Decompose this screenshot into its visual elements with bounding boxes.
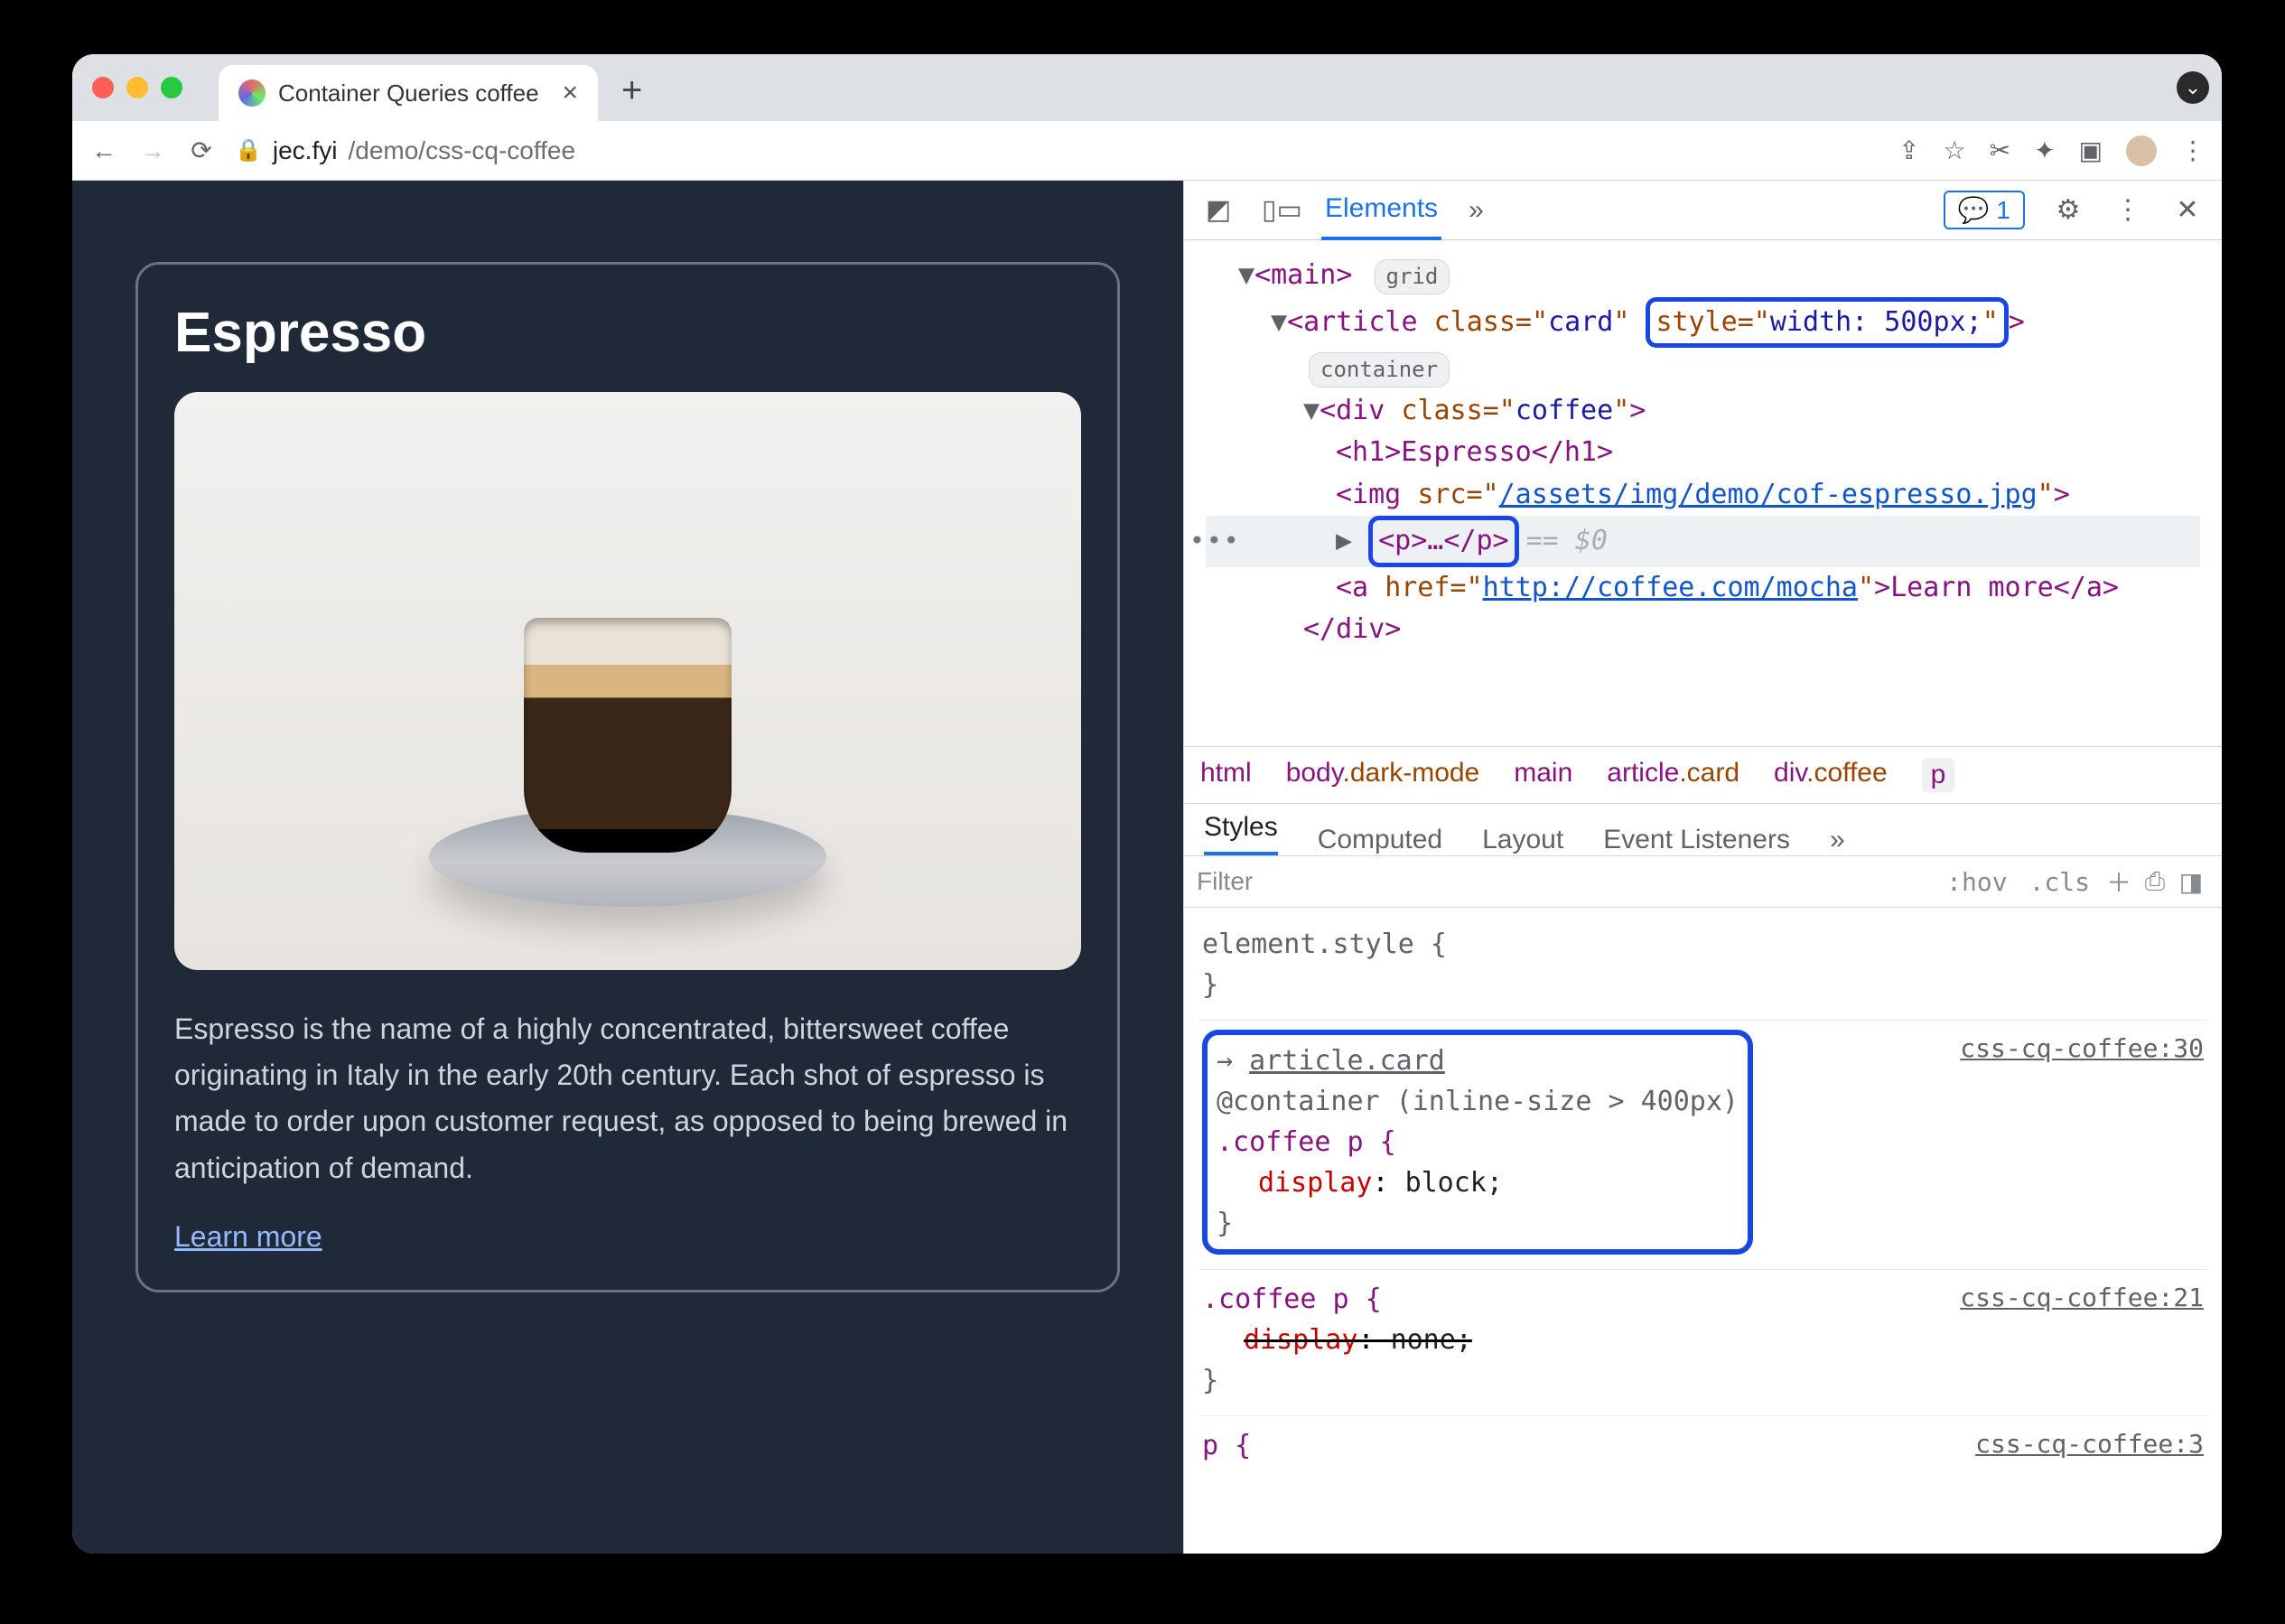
badge-grid[interactable]: grid bbox=[1375, 259, 1450, 294]
browser-window: Container Queries coffee × + ⌄ ← → ⟳ 🔒 j… bbox=[72, 54, 2222, 1554]
favicon-icon bbox=[238, 79, 266, 107]
crumb-div[interactable]: div.coffee bbox=[1774, 758, 1888, 792]
profile-avatar[interactable] bbox=[2126, 135, 2157, 166]
extensions-icon[interactable]: ✦ bbox=[2034, 135, 2055, 165]
forward-button: → bbox=[137, 136, 168, 165]
coffee-card: Espresso Espresso is the name of a highl… bbox=[135, 262, 1120, 1293]
minimize-window-icon[interactable] bbox=[126, 77, 148, 98]
tab-strip: Container Queries coffee × + ⌄ bbox=[72, 54, 2222, 121]
img-src-link[interactable]: /assets/img/demo/cof-espresso.jpg bbox=[1499, 479, 2038, 510]
rule-container-query[interactable]: css-cq-coffee:30 → article.card @contain… bbox=[1198, 1021, 2207, 1270]
styles-toolbar: Filter :hov .cls ＋ ⎙ ◨ bbox=[1184, 855, 2222, 908]
card-heading: Espresso bbox=[174, 301, 1081, 365]
dom-tree[interactable]: ▼<main> grid ▼<article class="card" styl… bbox=[1184, 240, 2222, 746]
styles-tabbar: Styles Computed Layout Event Listeners » bbox=[1184, 803, 2222, 855]
close-tab-icon[interactable]: × bbox=[562, 78, 578, 108]
node-h1[interactable]: <h1>Espresso</h1> bbox=[1336, 436, 1613, 468]
window-controls[interactable] bbox=[92, 77, 182, 98]
rule-element-style[interactable]: element.style { } bbox=[1198, 915, 2207, 1021]
maximize-window-icon[interactable] bbox=[161, 77, 182, 98]
tab-event-listeners[interactable]: Event Listeners bbox=[1603, 825, 1790, 855]
rule-source-link[interactable]: css-cq-coffee:3 bbox=[1975, 1425, 2204, 1463]
rule-coffee-p-overridden[interactable]: css-cq-coffee:21 .coffee p { display: no… bbox=[1198, 1270, 2207, 1416]
settings-icon[interactable]: ⚙ bbox=[2052, 194, 2084, 226]
devtools-tabbar: ◩ ▯▭ Elements » 💬 1 ⚙ ⋮ ✕ bbox=[1184, 181, 2222, 240]
issues-badge[interactable]: 💬 1 bbox=[1944, 191, 2025, 229]
node-main[interactable]: <main> bbox=[1254, 259, 1352, 291]
crumb-html[interactable]: html bbox=[1200, 758, 1252, 792]
new-rule-icon[interactable]: ＋ bbox=[2101, 863, 2137, 900]
browser-toolbar: ← → ⟳ 🔒 jec.fyi/demo/css-cq-coffee ⇪ ☆ ✂… bbox=[72, 121, 2222, 181]
new-tab-button[interactable]: + bbox=[621, 70, 642, 111]
bookmark-icon[interactable]: ☆ bbox=[1943, 135, 1965, 165]
page-viewport: Espresso Espresso is the name of a highl… bbox=[72, 181, 1183, 1554]
dom-breadcrumbs[interactable]: html body.dark-mode main article.card di… bbox=[1184, 746, 2222, 803]
tab-layout[interactable]: Layout bbox=[1482, 825, 1563, 855]
tab-overflow-icon[interactable]: ⌄ bbox=[2177, 71, 2209, 104]
url-host: jec.fyi bbox=[273, 136, 338, 165]
selected-node[interactable]: •••▶ <p>…</p>== $0 bbox=[1206, 516, 2200, 567]
highlight-style-attr: style="width: 500px;" bbox=[1646, 297, 2008, 349]
highlight-p-node: <p>…</p> bbox=[1368, 516, 1519, 567]
rule-source-link[interactable]: css-cq-coffee:30 bbox=[1960, 1030, 2204, 1068]
address-bar[interactable]: 🔒 jec.fyi/demo/css-cq-coffee bbox=[235, 136, 1880, 165]
crumb-article[interactable]: article.card bbox=[1607, 758, 1739, 792]
cls-toggle[interactable]: .cls bbox=[2019, 867, 2101, 897]
coffee-image bbox=[174, 392, 1081, 970]
style-rules[interactable]: element.style { } css-cq-coffee:30 → art… bbox=[1184, 908, 2222, 1554]
node-div-close: </div> bbox=[1303, 613, 1401, 645]
kebab-menu-icon[interactable]: ⋮ bbox=[2180, 135, 2206, 165]
tab-computed[interactable]: Computed bbox=[1318, 825, 1442, 855]
styles-tabs-overflow[interactable]: » bbox=[1830, 825, 1845, 855]
crumb-p[interactable]: p bbox=[1922, 758, 1955, 792]
lock-icon[interactable]: 🔒 bbox=[235, 137, 262, 163]
browser-tab[interactable]: Container Queries coffee × bbox=[219, 65, 598, 121]
share-icon[interactable]: ⇪ bbox=[1898, 135, 1919, 165]
inspect-icon[interactable]: ◩ bbox=[1202, 194, 1235, 226]
rule-p[interactable]: css-cq-coffee:3 p { bbox=[1198, 1416, 2207, 1480]
device-toggle-icon[interactable]: ▯▭ bbox=[1262, 194, 1294, 226]
tab-title: Container Queries coffee bbox=[278, 79, 539, 107]
tab-styles[interactable]: Styles bbox=[1204, 812, 1278, 855]
learn-more-link[interactable]: Learn more bbox=[174, 1220, 322, 1253]
rule-source-link[interactable]: css-cq-coffee:21 bbox=[1960, 1279, 2204, 1317]
url-path: /demo/css-cq-coffee bbox=[348, 136, 575, 165]
computed-toggle-icon[interactable]: ⎙ bbox=[2137, 867, 2173, 897]
close-devtools-icon[interactable]: ✕ bbox=[2171, 194, 2204, 226]
reload-button[interactable]: ⟳ bbox=[186, 135, 217, 165]
crumb-main[interactable]: main bbox=[1514, 758, 1572, 792]
more-menu-icon[interactable]: ⋮ bbox=[2112, 194, 2144, 226]
close-window-icon[interactable] bbox=[92, 77, 114, 98]
sidebar-toggle-icon[interactable]: ◨ bbox=[2173, 867, 2209, 897]
tabs-overflow-icon[interactable]: » bbox=[1469, 195, 1484, 226]
hov-toggle[interactable]: :hov bbox=[1935, 867, 2018, 897]
back-button[interactable]: ← bbox=[89, 136, 119, 165]
a-href-link[interactable]: http://coffee.com/mocha bbox=[1483, 572, 1858, 603]
tab-elements[interactable]: Elements bbox=[1321, 181, 1441, 240]
card-description: Espresso is the name of a highly concent… bbox=[174, 1006, 1081, 1191]
highlight-container-rule: → article.card @container (inline-size >… bbox=[1202, 1030, 1753, 1255]
scissors-icon[interactable]: ✂ bbox=[1990, 135, 2010, 165]
devtools-panel: ◩ ▯▭ Elements » 💬 1 ⚙ ⋮ ✕ ▼<main> grid ▼… bbox=[1183, 181, 2222, 1554]
styles-filter-input[interactable]: Filter bbox=[1197, 867, 1935, 896]
badge-container[interactable]: container bbox=[1309, 352, 1450, 387]
crumb-body[interactable]: body.dark-mode bbox=[1286, 758, 1480, 792]
panel-icon[interactable]: ▣ bbox=[2079, 135, 2103, 165]
